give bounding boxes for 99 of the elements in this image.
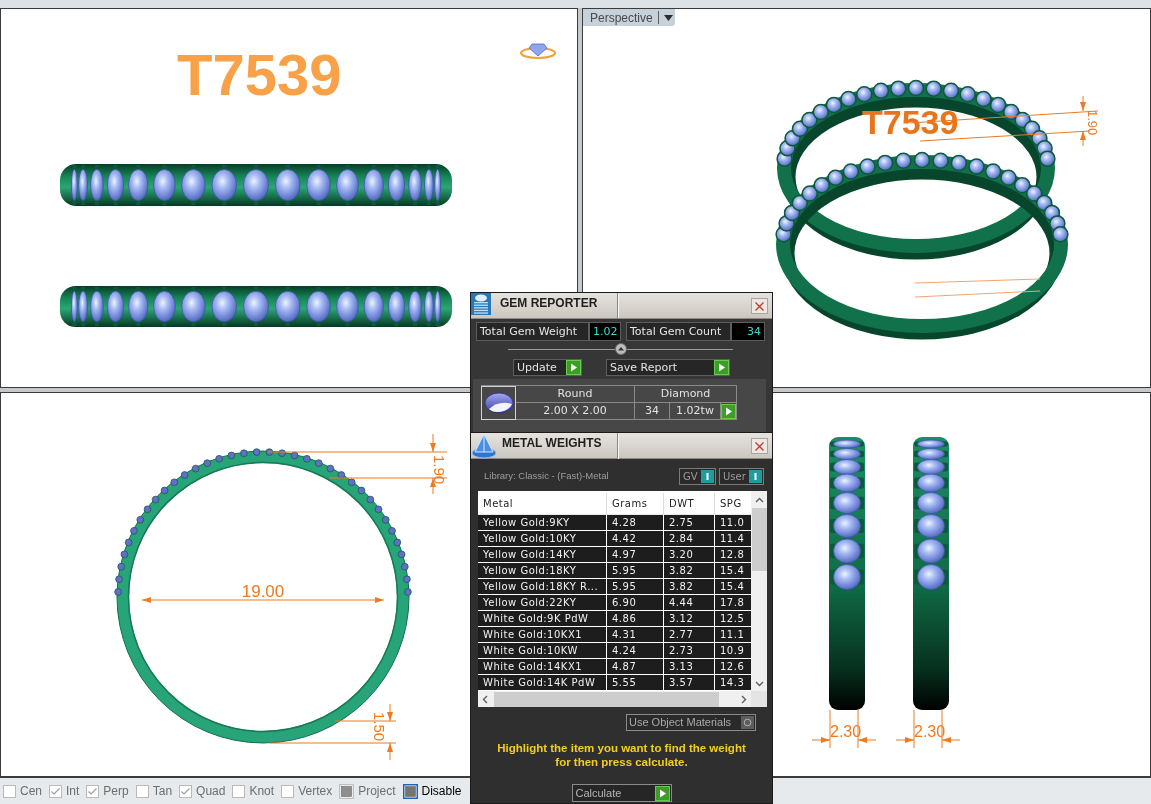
table-cell: Yellow Gold:14KY: [478, 547, 607, 563]
library-label: Library: Classic - (Fast)-Metal: [484, 468, 609, 483]
dimension-drawing: [895, 709, 961, 749]
play-icon: [654, 785, 670, 801]
column-header[interactable]: Grams: [607, 493, 664, 515]
play-icon: [721, 403, 736, 419]
update-button[interactable]: Update: [513, 359, 582, 376]
table-cell: 5.55: [607, 675, 664, 691]
table-cell: Yellow Gold:18KY R...: [478, 579, 607, 595]
table-cell: 3.57: [664, 675, 715, 691]
cone-icon: [471, 433, 497, 459]
table-cell: 11.0: [715, 515, 751, 531]
table-cell: 4.24: [607, 643, 664, 659]
table-cell: 2.84: [664, 531, 715, 547]
horizontal-scrollbar[interactable]: [478, 691, 751, 707]
table-cell: Yellow Gold:10KY: [478, 531, 607, 547]
stat-value: 34: [731, 322, 765, 341]
table-cell: Diamond: [635, 386, 737, 403]
viewport-title-button[interactable]: Perspective: [583, 9, 675, 26]
part-number-text: T7539: [177, 42, 342, 107]
play-icon: [714, 360, 729, 375]
table-cell: 4.87: [607, 659, 664, 675]
dimension-label: 1.50: [371, 712, 388, 742]
table-cell: 17.8: [715, 595, 751, 611]
table-cell: 3.82: [664, 563, 715, 579]
dimension-drawing: [811, 709, 877, 749]
table-cell: 11.1: [715, 627, 751, 643]
materials-toggle[interactable]: Use Object Materials: [626, 714, 756, 731]
table-cell: 4.86: [607, 611, 664, 627]
play-icon: [566, 360, 581, 375]
save-report-button[interactable]: Save Report: [606, 359, 730, 376]
ring-icon: [519, 43, 557, 60]
table-cell: 12.8: [715, 547, 751, 563]
table-cell: 2.00 X 2.00: [516, 403, 635, 420]
table-cell: Yellow Gold:18KY: [478, 563, 607, 579]
table-cell: 15.4: [715, 579, 751, 595]
table-cell: 12.6: [715, 659, 751, 675]
table-cell: 10.9: [715, 643, 751, 659]
gem-icon: [483, 392, 514, 414]
table-cell: Round: [516, 386, 635, 403]
table-cell: 2.75: [664, 515, 715, 531]
table-cell: 34: [635, 403, 670, 420]
table-cell: 15.4: [715, 563, 751, 579]
hint-text: Highlight the item you want to find the weight for then press calculate.: [496, 741, 747, 769]
table-cell: 3.20: [664, 547, 715, 563]
table-cell: 5.95: [607, 563, 664, 579]
part-number-text: T7539: [862, 103, 959, 141]
caret-icon: [663, 14, 673, 21]
table-cell: 3.13: [664, 659, 715, 675]
table-cell: Yellow Gold:9KY: [478, 515, 607, 531]
dimension-label: 1.90: [1085, 110, 1100, 136]
scrollbar-thumb[interactable]: [751, 508, 767, 571]
table-cell: White Gold:9K PdW: [478, 611, 607, 627]
toggle-button[interactable]: User: [719, 467, 764, 485]
column-header[interactable]: DWT: [664, 493, 715, 515]
collapse-handle[interactable]: [614, 343, 627, 355]
table-cell: 4.97: [607, 547, 664, 563]
table-cell: 4.42: [607, 531, 664, 547]
close-button[interactable]: [751, 298, 768, 314]
table-cell: 5.95: [607, 579, 664, 595]
scrollbar-thumb[interactable]: [494, 691, 719, 707]
table-cell: 11.4: [715, 531, 751, 547]
table-cell: 6.90: [607, 595, 664, 611]
panel-title: GEM REPORTER: [500, 296, 598, 310]
table-cell: White Gold:10KX1: [478, 627, 607, 643]
table-cell: 1.02tw: [670, 403, 721, 420]
table-cell: 12.5: [715, 611, 751, 627]
table-cell: White Gold:14KX1: [478, 659, 607, 675]
dimension-label: 19.00: [241, 582, 285, 601]
toggle-button[interactable]: GV: [679, 467, 716, 485]
stat-value: 1.02: [589, 322, 621, 341]
table-cell: 4.28: [607, 515, 664, 531]
table-cell: 2.73: [664, 643, 715, 659]
close-icon: [755, 441, 764, 451]
dimension-label: 1.90: [431, 455, 448, 485]
table-cell: 4.44: [664, 595, 715, 611]
table-cell: White Gold:10KW: [478, 643, 607, 659]
gem-action-button[interactable]: [721, 403, 737, 420]
stat-label: Total Gem Count: [626, 322, 731, 341]
checkbox[interactable]: [402, 783, 418, 799]
table-cell: 2.77: [664, 627, 715, 643]
dimension-label: 2.30: [830, 723, 862, 740]
table-cell: 4.31: [607, 627, 664, 643]
table-cell: White Gold:14K PdW: [478, 675, 607, 691]
close-button[interactable]: [751, 438, 768, 454]
column-header[interactable]: Metal: [478, 493, 607, 515]
close-icon: [755, 301, 764, 311]
calculate-button[interactable]: Calculate: [571, 784, 672, 802]
table-cell: 3.12: [664, 611, 715, 627]
dimension-label: 2.30: [914, 723, 946, 740]
table-cell: 3.82: [664, 579, 715, 595]
stat-label: Total Gem Weight: [476, 322, 589, 341]
panel-title: METAL WEIGHTS: [502, 436, 602, 450]
vertical-scrollbar[interactable]: [751, 491, 767, 691]
table-cell: Yellow Gold:22KY: [478, 595, 607, 611]
report-icon: [471, 293, 491, 315]
snap-option[interactable]: Disable: [402, 782, 462, 800]
scrollbar-corner: [751, 691, 767, 707]
table-cell: 14.3: [715, 675, 751, 691]
